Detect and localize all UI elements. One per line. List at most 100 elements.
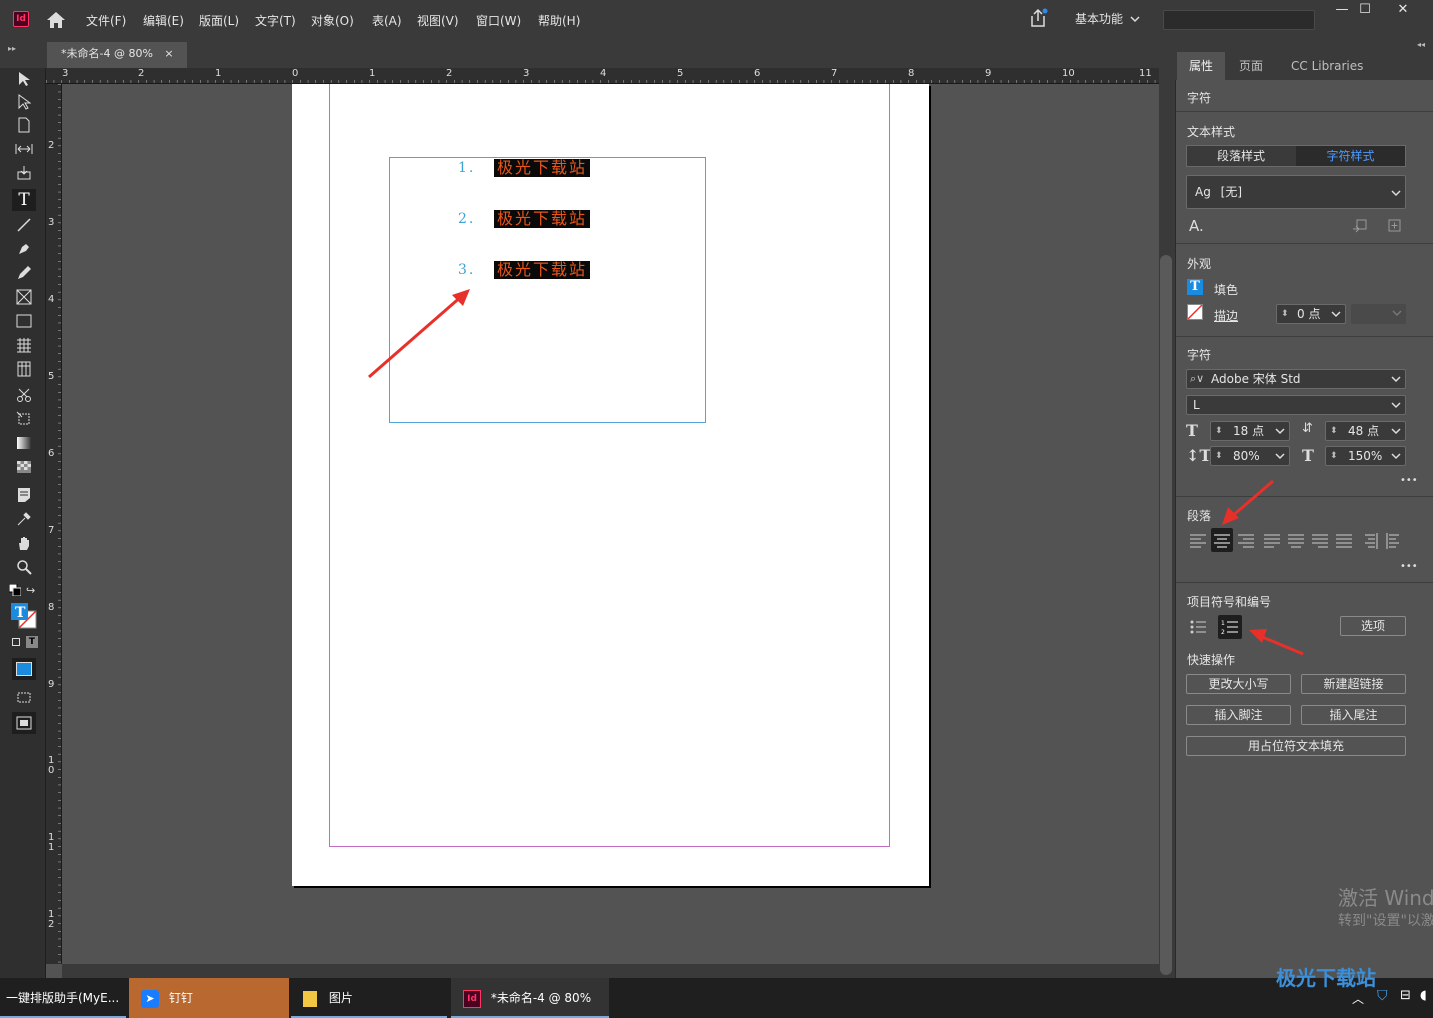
vertical-grid-tool[interactable] — [12, 358, 36, 380]
formatting-text-icon[interactable]: T — [26, 636, 38, 648]
scissors-tool[interactable] — [12, 384, 36, 406]
character-style-dropdown[interactable]: Ag [无] — [1186, 175, 1406, 209]
new-hyperlink-button[interactable]: 新建超链接 — [1301, 674, 1406, 694]
tab-pages[interactable]: 页面 — [1227, 52, 1275, 80]
menu-type[interactable]: 文字(T) — [255, 12, 296, 29]
stroke-swatch-icon[interactable] — [1187, 304, 1203, 320]
gradient-feather-tool[interactable] — [12, 456, 36, 478]
menu-edit[interactable]: 编辑(E) — [143, 12, 184, 29]
type-tool[interactable]: T — [12, 189, 36, 211]
hand-tool[interactable] — [12, 532, 36, 554]
line-tool[interactable] — [12, 214, 36, 236]
rectangle-tool[interactable] — [12, 310, 36, 332]
menu-help[interactable]: 帮助(H) — [538, 12, 580, 29]
document-page[interactable]: 1. 极光下载站 2. 极光下载站 3. 极光下载站 — [292, 84, 929, 886]
menu-object[interactable]: 对象(O) — [311, 12, 354, 29]
security-shield-icon[interactable]: ⛉ — [1377, 988, 1388, 1004]
fill-swatch-icon[interactable]: T — [1187, 279, 1203, 295]
leading-field[interactable]: ⬍ 48 点 — [1325, 421, 1406, 441]
direct-selection-tool[interactable] — [12, 91, 36, 113]
justify-right-icon[interactable] — [1311, 531, 1329, 549]
stepper-icon[interactable]: ⬍ — [1215, 447, 1223, 465]
list-item-text[interactable]: 极光下载站 — [494, 159, 591, 177]
network-icon[interactable]: ⊟ — [1400, 988, 1411, 1003]
page-tool[interactable] — [12, 114, 36, 136]
taskbar-item-pictures[interactable]: 图片 — [291, 978, 447, 1018]
content-collector-tool[interactable] — [12, 162, 36, 184]
horizontal-scale-field[interactable]: ⬍ 150% — [1325, 446, 1406, 466]
stepper-icon[interactable]: ⬍ — [1215, 422, 1223, 440]
font-style-dropdown[interactable]: L — [1186, 395, 1406, 415]
justify-center-icon[interactable] — [1287, 531, 1305, 549]
gradient-tool[interactable] — [12, 432, 36, 454]
stepper-icon[interactable]: ⬍ — [1330, 422, 1338, 440]
swap-colors-icon[interactable]: ↪ — [26, 584, 38, 597]
apply-color-button[interactable] — [12, 658, 36, 680]
justify-left-icon[interactable] — [1263, 531, 1281, 549]
align-away-spine-icon[interactable] — [1385, 531, 1403, 549]
home-icon[interactable] — [46, 11, 66, 29]
justify-all-icon[interactable] — [1335, 531, 1353, 549]
collapse-toolbar-icon[interactable]: ▸▸ — [8, 44, 16, 53]
align-toward-spine-icon[interactable] — [1361, 531, 1379, 549]
align-center-button[interactable] — [1211, 528, 1233, 552]
insert-endnote-button[interactable]: 插入尾注 — [1301, 705, 1406, 725]
font-size-field[interactable]: ⬍ 18 点 — [1210, 421, 1290, 441]
close-tab-icon[interactable]: × — [164, 47, 173, 60]
fill-stroke-swatch[interactable]: T — [10, 602, 38, 630]
selection-tool[interactable] — [12, 68, 36, 90]
free-transform-tool[interactable] — [12, 408, 36, 430]
horizontal-scrollbar[interactable] — [62, 964, 1159, 978]
fill-placeholder-button[interactable]: 用占位符文本填充 — [1186, 736, 1406, 756]
more-paragraph-options[interactable]: ••• — [1400, 561, 1418, 572]
pen-tool[interactable] — [12, 238, 36, 260]
horizontal-ruler[interactable]: 3 2 1 0 1 2 3 4 5 6 7 8 9 10 11 — [46, 68, 1159, 84]
gap-tool[interactable] — [12, 138, 36, 160]
list-item-text[interactable]: 极光下载站 — [494, 210, 591, 228]
workspace-switcher[interactable]: 基本功能 — [1075, 10, 1123, 27]
stroke-weight-field[interactable]: ⬍ 0 点 — [1276, 304, 1346, 324]
zoom-tool[interactable] — [12, 556, 36, 578]
screen-mode-normal[interactable] — [12, 686, 36, 708]
tab-properties[interactable]: 属性 — [1177, 52, 1226, 80]
volume-icon[interactable]: ◖ — [1420, 988, 1427, 1003]
tray-chevron-icon[interactable]: ︿ — [1352, 990, 1364, 1007]
vertical-scale-field[interactable]: ⬍ 80% — [1210, 446, 1290, 466]
list-item-text[interactable]: 极光下载站 — [494, 261, 591, 279]
taskbar-item-indesign[interactable]: Id *未命名-4 @ 80% — [451, 978, 609, 1018]
stepper-icon[interactable]: ⬍ — [1281, 305, 1289, 323]
document-tab[interactable]: *未命名-4 @ 80% × — [47, 42, 187, 68]
menu-view[interactable]: 视图(V) — [417, 12, 459, 29]
screen-mode-preview[interactable] — [12, 712, 36, 734]
new-style-icon[interactable] — [1388, 219, 1402, 233]
numbered-list-button[interactable]: 12 — [1218, 615, 1242, 639]
font-family-dropdown[interactable]: ⌕∨ Adobe 宋体 Std — [1186, 369, 1406, 389]
collapse-panel-icon[interactable]: ◂◂ — [1417, 40, 1425, 49]
pencil-tool[interactable] — [12, 262, 36, 284]
paragraph-style-tab[interactable]: 段落样式 — [1187, 146, 1295, 166]
horizontal-grid-tool[interactable] — [12, 334, 36, 356]
default-colors-icon[interactable] — [8, 583, 22, 597]
maximize-button[interactable]: ☐ — [1347, 0, 1383, 20]
change-case-button[interactable]: 更改大小写 — [1186, 674, 1291, 694]
share-icon[interactable] — [1028, 8, 1048, 28]
bullets-options-button[interactable]: 选项 — [1340, 616, 1406, 636]
formatting-container-icon[interactable] — [12, 638, 20, 646]
pasteboard[interactable]: 1. 极光下载站 2. 极光下载站 3. 极光下载站 — [62, 84, 1159, 964]
stroke-type-dropdown[interactable] — [1351, 304, 1406, 324]
align-left-icon[interactable] — [1189, 531, 1207, 549]
load-styles-icon[interactable] — [1352, 219, 1368, 233]
rectangle-frame-tool[interactable] — [12, 286, 36, 308]
taskbar-item-dingding[interactable]: ➤ 钉钉 — [129, 978, 289, 1018]
vertical-ruler[interactable]: 2 3 4 5 6 7 8 9 1 0 1 1 1 2 — [46, 84, 62, 964]
more-character-options[interactable]: ••• — [1400, 475, 1418, 486]
chevron-down-icon[interactable] — [1130, 14, 1140, 24]
taskbar-item-myeditor[interactable]: 一键排版助手(MyE... — [0, 978, 126, 1018]
menu-table[interactable]: 表(A) — [372, 12, 402, 29]
stepper-icon[interactable]: ⬍ — [1330, 447, 1338, 465]
note-tool[interactable] — [12, 484, 36, 506]
align-right-icon[interactable] — [1237, 531, 1255, 549]
close-button[interactable]: ✕ — [1385, 0, 1421, 20]
bulleted-list-icon[interactable] — [1189, 618, 1207, 636]
menu-window[interactable]: 窗口(W) — [476, 12, 521, 29]
